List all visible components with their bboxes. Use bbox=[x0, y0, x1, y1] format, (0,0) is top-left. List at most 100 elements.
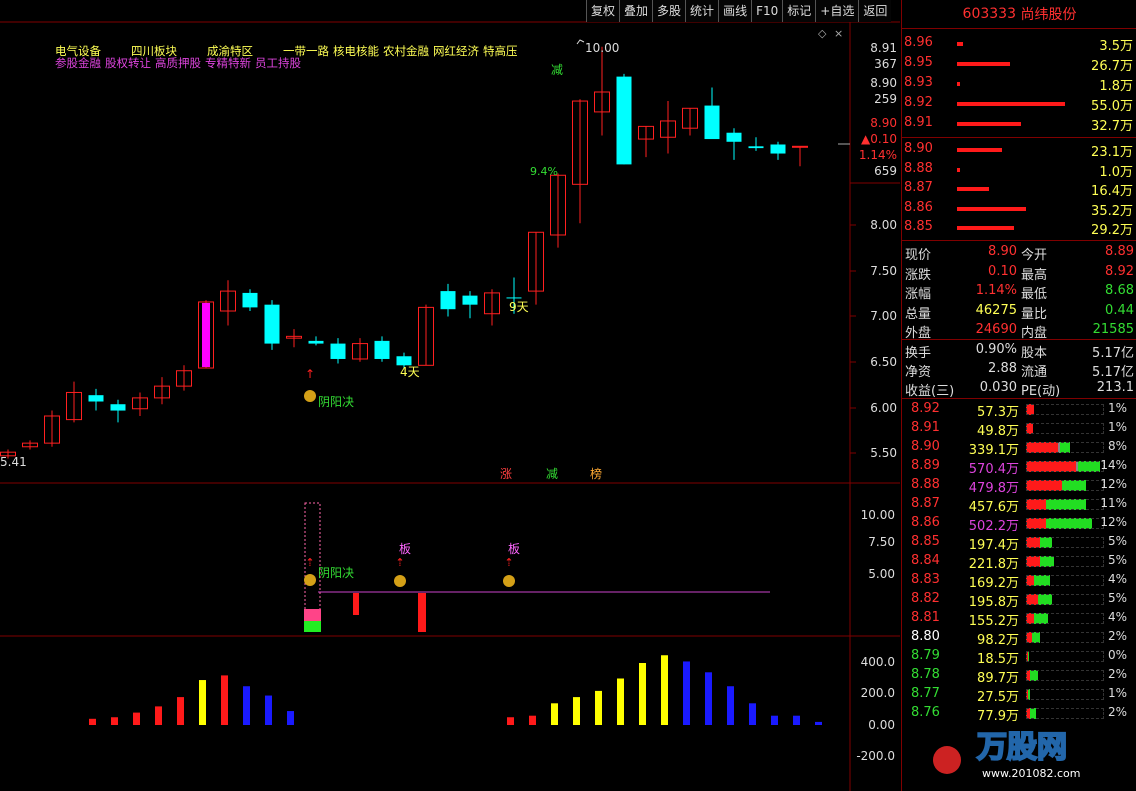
quote-field: 46275 bbox=[975, 302, 1017, 318]
quote-field: 5.17亿 bbox=[1092, 365, 1134, 380]
order-volume: 29.2万 bbox=[1091, 223, 1133, 238]
bid-row[interactable]: 8.88 1.0万 bbox=[902, 160, 1136, 180]
concept-tags-line2: 参股金融 股权转让 高质押股 专精特新 员工持股 bbox=[55, 55, 305, 71]
divider bbox=[902, 398, 1136, 399]
sub2-bar bbox=[155, 706, 162, 725]
quote-row: 现价 8.90 今开 8.89 bbox=[902, 243, 1136, 263]
toolbar-button-8[interactable]: 返回 bbox=[858, 0, 892, 22]
dist-bar bbox=[1026, 708, 1104, 719]
price-volume-row[interactable]: 8.91 49.8万 1% bbox=[902, 419, 1136, 439]
toolbar-button-7[interactable]: +自选 bbox=[815, 0, 859, 22]
dist-bar-outline bbox=[1026, 708, 1104, 719]
price-volume-row[interactable]: 8.79 18.5万 0% bbox=[902, 647, 1136, 667]
toolbar-button-5[interactable]: F10 bbox=[751, 0, 783, 22]
watermark-badge-icon bbox=[933, 746, 961, 774]
price-volume-row[interactable]: 8.92 57.3万 1% bbox=[902, 400, 1136, 420]
sub2-axis-label: 400.0 bbox=[861, 655, 895, 669]
watermark-text: 万股网 bbox=[977, 730, 1067, 765]
ask-row[interactable]: 8.91 32.7万 bbox=[902, 114, 1136, 134]
price-volume-row[interactable]: 8.80 98.2万 2% bbox=[902, 628, 1136, 648]
dist-bar-outline bbox=[1026, 537, 1104, 548]
ask-row[interactable]: 8.92 55.0万 bbox=[902, 94, 1136, 114]
candle-body-down bbox=[110, 404, 126, 411]
quote-field: 0.030 bbox=[979, 380, 1017, 395]
candle-body-down bbox=[704, 105, 720, 140]
toolbar-button-2[interactable]: 多股 bbox=[652, 0, 686, 22]
candle-body-down bbox=[308, 340, 324, 344]
concept-tag: 专精特新 bbox=[205, 56, 251, 70]
order-volume: 55.0万 bbox=[1091, 99, 1133, 114]
fundamental-row: 换手 0.90% 股本 5.17亿 bbox=[902, 341, 1136, 361]
dist-bar-outline bbox=[1026, 461, 1104, 472]
toolbar-button-3[interactable]: 统计 bbox=[685, 0, 719, 22]
price-volume-row[interactable]: 8.77 27.5万 1% bbox=[902, 685, 1136, 705]
dist-price: 8.78 bbox=[911, 667, 940, 682]
sub2-bar bbox=[111, 717, 118, 725]
quote-row: 外盘 24690 内盘 21585 bbox=[902, 321, 1136, 341]
quote-field: 涨幅 bbox=[905, 287, 932, 302]
bid-row[interactable]: 8.86 35.2万 bbox=[902, 199, 1136, 219]
price-volume-row[interactable]: 8.84 221.8万 5% bbox=[902, 552, 1136, 572]
price-volume-row[interactable]: 8.83 169.2万 4% bbox=[902, 571, 1136, 591]
sub2-bar bbox=[529, 715, 536, 725]
bid-row[interactable]: 8.85 29.2万 bbox=[902, 218, 1136, 238]
order-volume: 35.2万 bbox=[1091, 203, 1133, 219]
dist-price: 8.76 bbox=[911, 705, 940, 720]
candle-body-down bbox=[330, 343, 346, 359]
price-volume-row[interactable]: 8.78 89.7万 2% bbox=[902, 666, 1136, 686]
quote-field: 21585 bbox=[1092, 322, 1134, 337]
price-axis-label: ▲0.10 bbox=[861, 132, 897, 146]
sub2-bar bbox=[639, 663, 646, 725]
stock-name: 尚纬股份 bbox=[1020, 7, 1077, 23]
dist-price: 8.77 bbox=[911, 686, 940, 701]
order-volume-bar bbox=[957, 102, 1065, 106]
toolbar-button-6[interactable]: 标记 bbox=[782, 0, 816, 22]
dist-bar-outline bbox=[1026, 651, 1104, 662]
sub2-bar bbox=[683, 661, 690, 725]
dist-volume: 479.8万 bbox=[968, 481, 1019, 496]
price-volume-row[interactable]: 8.86 502.2万 12% bbox=[902, 514, 1136, 534]
quote-field: 净资 bbox=[905, 365, 932, 380]
quote-field: 8.89 bbox=[1105, 244, 1134, 259]
candle-body-up bbox=[792, 145, 808, 148]
bid-row[interactable]: 8.87 16.4万 bbox=[902, 179, 1136, 199]
stock-title[interactable]: 603333 尚纬股份 bbox=[902, 0, 1136, 29]
sub2-bar bbox=[771, 715, 778, 725]
dist-volume: 197.4万 bbox=[968, 538, 1019, 553]
dist-pct: 14% bbox=[1100, 458, 1127, 472]
chart-area[interactable]: 8.91 367 8.90 259 8.90 ▲0.10 1.14% 659 8.00 7.50 7… bbox=[0, 0, 900, 791]
price-volume-row[interactable]: 8.81 155.2万 4% bbox=[902, 609, 1136, 629]
order-price: 8.95 bbox=[904, 55, 933, 70]
toolbar-button-0[interactable]: 复权 bbox=[586, 0, 620, 22]
price-volume-row[interactable]: 8.85 197.4万 5% bbox=[902, 533, 1136, 553]
toolbar-button-1[interactable]: 叠加 bbox=[619, 0, 653, 22]
quote-field: 8.68 bbox=[1105, 283, 1134, 298]
price-volume-row[interactable]: 8.82 195.8万 5% bbox=[902, 590, 1136, 610]
candle-body-down bbox=[726, 132, 742, 142]
price-volume-row[interactable]: 8.87 457.6万 11% bbox=[902, 495, 1136, 515]
sub1-bar-red bbox=[353, 593, 359, 615]
price-volume-row[interactable]: 8.90 339.1万 8% bbox=[902, 438, 1136, 458]
bid-row[interactable]: 8.90 23.1万 bbox=[902, 140, 1136, 160]
toolbar: 复权 叠加 多股 统计 画线 F10 标记 +自选 返回 bbox=[586, 0, 892, 22]
toolbar-button-4[interactable]: 画线 bbox=[718, 0, 752, 22]
dist-price: 8.87 bbox=[911, 496, 940, 511]
dist-bar bbox=[1026, 651, 1104, 662]
price-volume-row[interactable]: 8.76 77.9万 2% bbox=[902, 704, 1136, 724]
dist-pct: 1% bbox=[1107, 401, 1127, 415]
sub2-bar bbox=[815, 721, 822, 725]
ask-row[interactable]: 8.96 3.5万 bbox=[902, 34, 1136, 54]
price-volume-row[interactable]: 8.88 479.8万 12% bbox=[902, 476, 1136, 496]
candle-body-down bbox=[616, 76, 632, 165]
sub1-axis-label: 5.00 bbox=[868, 567, 895, 581]
ask-row[interactable]: 8.93 1.8万 bbox=[902, 74, 1136, 94]
order-volume-bar bbox=[957, 62, 1010, 66]
price-volume-row[interactable]: 8.89 570.4万 14% bbox=[902, 457, 1136, 477]
dist-volume: 49.8万 bbox=[977, 424, 1019, 439]
dist-pct: 4% bbox=[1107, 610, 1127, 624]
quote-field: 8.90 bbox=[988, 244, 1017, 259]
divider bbox=[902, 137, 1136, 138]
stock-code: 603333 bbox=[962, 6, 1016, 22]
ask-row[interactable]: 8.95 26.7万 bbox=[902, 54, 1136, 74]
dist-bar-outline bbox=[1026, 689, 1104, 700]
